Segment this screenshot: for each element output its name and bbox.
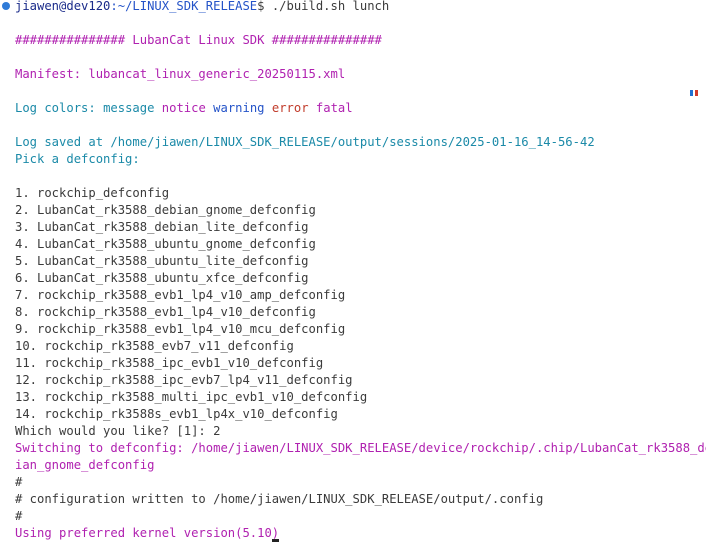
defconfig-item: 10. rockchip_rk3588_evb7_v11_defconfig <box>15 339 294 353</box>
log-color-message: message <box>103 101 155 115</box>
log-color-fatal: fatal <box>315 101 353 115</box>
manifest-line: Manifest: lubancat_linux_generic_2025011… <box>15 67 346 81</box>
defconfig-item: 7. rockchip_rk3588_evb1_lp4_v10_amp_defc… <box>15 288 346 302</box>
scroll-marker-blue <box>690 90 693 96</box>
kernel-version-text: Using preferred kernel version(5.10) <box>15 526 280 540</box>
log-colors-label: Log colors: <box>15 101 104 115</box>
text-cursor <box>272 539 280 542</box>
log-colors-line: Log colors: message notice warning error… <box>15 100 353 117</box>
kernel-version-line: Using preferred kernel version(5.10) <box>15 525 280 542</box>
prompt-line: jiawen@dev120:~/LINUX_SDK_RELEASE$ ./bui… <box>2 0 389 15</box>
defconfig-item: 13. rockchip_rk3588_multi_ipc_evb1_v10_d… <box>15 390 368 404</box>
pick-defconfig-line: Pick a defconfig: <box>15 152 140 166</box>
scroll-marker-red <box>695 90 698 96</box>
log-color-warning: warning <box>213 101 265 115</box>
prompt-command: ./build.sh lunch <box>264 0 390 13</box>
banner-line: ############### LubanCat Linux SDK #####… <box>15 33 382 47</box>
log-saved-line: Log saved at /home/jiawen/LINUX_SDK_RELE… <box>15 135 595 149</box>
defconfig-item: 11. rockchip_rk3588_ipc_evb1_v10_defconf… <box>15 356 324 370</box>
prompt-user-host: jiawen@dev120 <box>15 0 111 13</box>
defconfig-item: 9. rockchip_rk3588_evb1_lp4_v10_mcu_defc… <box>15 322 346 336</box>
switching-defconfig-line-wrap: ian_gnome_defconfig <box>15 458 155 472</box>
switching-defconfig-line: Switching to defconfig: /home/jiawen/LIN… <box>15 441 706 455</box>
command-status-dot-icon[interactable] <box>2 2 10 10</box>
config-comment-line: # <box>15 475 23 489</box>
defconfig-item: 1. rockchip_defconfig <box>15 186 170 200</box>
defconfig-item: 12. rockchip_rk3588_ipc_evb7_lp4_v11_def… <box>15 373 353 387</box>
defconfig-item: 14. rockchip_rk3588s_evb1_lp4x_v10_defco… <box>15 407 338 421</box>
defconfig-item: 8. rockchip_rk3588_evb1_lp4_v10_defconfi… <box>15 305 316 319</box>
defconfig-item: 5. LubanCat_rk3588_ubuntu_lite_defconfig <box>15 254 309 268</box>
scrollbar-overview-markers[interactable] <box>690 90 704 96</box>
defconfig-item: 3. LubanCat_rk3588_debian_lite_defconfig <box>15 220 309 234</box>
config-written-line: # configuration written to /home/jiawen/… <box>15 492 544 506</box>
choice-question-line: Which would you like? [1]: 2 <box>15 424 221 438</box>
log-color-notice: notice <box>161 101 206 115</box>
config-comment-line: # <box>15 509 23 523</box>
defconfig-item: 4. LubanCat_rk3588_ubuntu_gnome_defconfi… <box>15 237 316 251</box>
terminal-output[interactable]: jiawen@dev120:~/LINUX_SDK_RELEASE$ ./bui… <box>0 0 706 545</box>
defconfig-item: 2. LubanCat_rk3588_debian_gnome_defconfi… <box>15 203 316 217</box>
log-color-error: error <box>271 101 309 115</box>
prompt-path: :~/LINUX_SDK_RELEASE <box>110 0 258 13</box>
defconfig-item: 6. LubanCat_rk3588_ubuntu_xfce_defconfig <box>15 271 309 285</box>
